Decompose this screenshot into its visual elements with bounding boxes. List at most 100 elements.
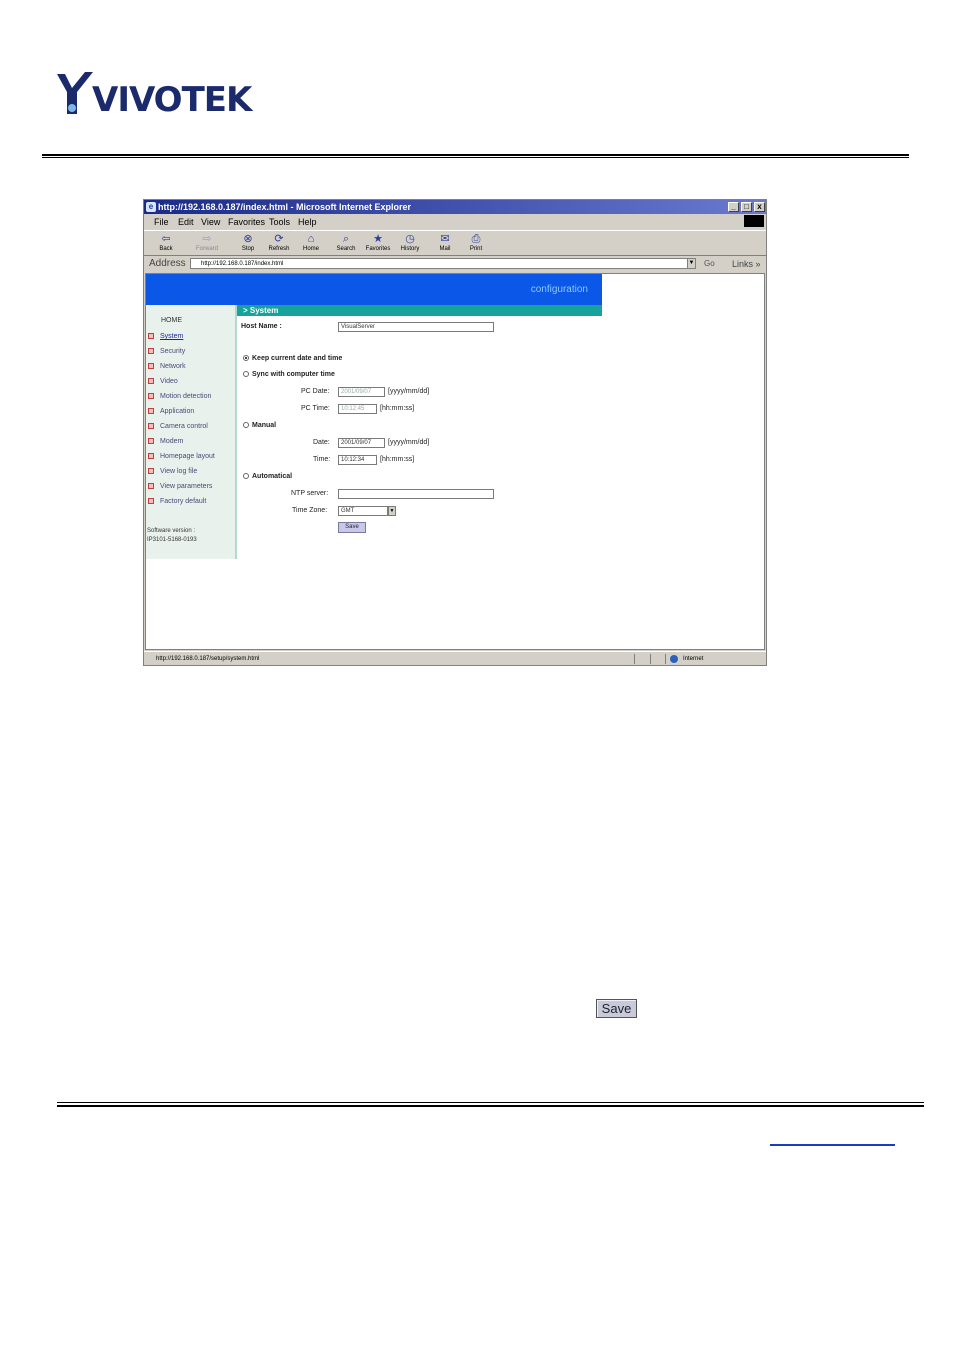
bullet-icon [148, 378, 154, 384]
search-icon: ⌕ [342, 233, 350, 245]
toolbar: ⇦ Back ⇨ Forward ⊗ Stop ⟳ Refresh ⌂ Home ⌕ Sea… [144, 230, 766, 256]
ie-icon: e [146, 202, 156, 212]
header-rule [42, 154, 909, 158]
bullet-icon [148, 393, 154, 399]
sidebar-item-view-log-file[interactable]: View log file [148, 468, 197, 475]
logo-wordmark: VIVOTEK [92, 80, 252, 120]
ntp-server-input[interactable] [338, 489, 494, 499]
favorites-icon: ★ [373, 233, 383, 245]
status-divider [650, 654, 651, 664]
bullet-icon [148, 333, 154, 339]
banner-title: configuration [530, 284, 588, 295]
bullet-icon [148, 363, 154, 369]
address-input[interactable]: http://192.168.0.187/index.html [190, 258, 695, 269]
menu-edit[interactable]: Edit [178, 215, 194, 229]
status-text: http://192.168.0.187/setup/system.html [156, 656, 260, 662]
status-bar: http://192.168.0.187/setup/system.html I… [144, 651, 766, 665]
bullet-icon [148, 483, 154, 489]
toolbar-history[interactable]: ◷ History [395, 232, 425, 256]
time-input[interactable]: 10:12:34 [338, 455, 377, 465]
footer-link-underline[interactable] [770, 1144, 895, 1146]
bullet-icon [148, 348, 154, 354]
sidebar-home-link[interactable]: HOME [161, 317, 182, 324]
pc-date-label: PC Date: [301, 388, 330, 395]
pc-time-input[interactable]: 10:12:45 [338, 404, 377, 414]
status-divider [634, 654, 635, 664]
date-format: [yyyy/mm/dd] [388, 439, 430, 446]
menu-favorites[interactable]: Favorites [228, 215, 265, 229]
toolbar-mail[interactable]: ✉ Mail [430, 232, 460, 256]
forward-arrow-icon: ⇨ [202, 233, 212, 245]
address-dropdown-icon[interactable]: ▼ [687, 258, 696, 269]
minimize-button[interactable]: _ [728, 202, 739, 212]
menu-help[interactable]: Help [298, 215, 317, 229]
radio-auto-icon [243, 473, 249, 479]
option-sync-computer[interactable]: Sync with computer time [243, 371, 335, 378]
ntp-server-label: NTP server: [291, 490, 329, 497]
maximize-button[interactable]: □ [741, 202, 752, 212]
sidebar-item-homepage-layout[interactable]: Homepage layout [148, 453, 215, 460]
date-input[interactable]: 2001/09/07 [338, 438, 385, 448]
close-button[interactable]: x [754, 202, 765, 212]
host-name-input[interactable]: VisualServer [338, 322, 494, 332]
go-button[interactable]: Go [704, 256, 715, 272]
sidebar-item-view-parameters[interactable]: View parameters [148, 483, 212, 490]
toolbar-print[interactable]: ⎙ Print [461, 232, 491, 256]
toolbar-forward[interactable]: ⇨ Forward [192, 232, 222, 256]
toolbar-stop[interactable]: ⊗ Stop [233, 232, 263, 256]
radio-keep-icon [243, 355, 249, 361]
sidebar-item-security[interactable]: Security [148, 348, 185, 355]
toolbar-home[interactable]: ⌂ Home [296, 232, 326, 256]
page-viewport: configuration > System HOME System Secur… [145, 273, 765, 650]
menu-tools[interactable]: Tools [269, 215, 290, 229]
time-format: [hh:mm:ss] [380, 456, 415, 463]
ie-throbber-icon [744, 215, 764, 227]
status-divider [665, 654, 666, 664]
internet-zone-icon [670, 655, 678, 663]
sidebar-item-system[interactable]: System [148, 333, 183, 340]
sidebar-item-application[interactable]: Application [148, 408, 194, 415]
menu-file[interactable]: File [154, 215, 169, 229]
save-button[interactable]: Save [596, 999, 637, 1018]
sidebar-item-video[interactable]: Video [148, 378, 178, 385]
save-button-small[interactable]: Save [338, 522, 366, 533]
software-version-label: Software version : [147, 528, 196, 534]
menu-view[interactable]: View [201, 215, 220, 229]
mail-icon: ✉ [440, 233, 450, 245]
radio-manual-icon [243, 422, 249, 428]
bullet-icon [148, 468, 154, 474]
toolbar-back[interactable]: ⇦ Back [151, 232, 181, 256]
sidebar-item-factory-default[interactable]: Factory default [148, 498, 206, 505]
config-banner: configuration [146, 274, 602, 305]
option-keep-current[interactable]: Keep current date and time [243, 355, 342, 362]
sidebar-item-camera-control[interactable]: Camera control [148, 423, 208, 430]
menu-bar: File Edit View Favorites Tools Help [144, 215, 766, 229]
status-zone: Internet [683, 656, 704, 662]
toolbar-search[interactable]: ⌕ Search [331, 232, 361, 256]
section-title: > System [237, 305, 602, 316]
toolbar-refresh[interactable]: ⟳ Refresh [264, 232, 294, 256]
date-label: Date: [313, 439, 330, 446]
host-name-label: Host Name : [241, 323, 282, 330]
window-title: http://192.168.0.187/index.html - Micros… [158, 202, 412, 212]
footer-rule [57, 1102, 924, 1107]
bullet-icon [148, 438, 154, 444]
address-label: Address [149, 258, 186, 269]
sidebar-item-motion-detection[interactable]: Motion detection [148, 393, 211, 400]
config-sidebar: HOME System Security Network Video Motio… [146, 305, 237, 559]
history-icon: ◷ [405, 233, 415, 245]
toolbar-favorites[interactable]: ★ Favorites [363, 232, 393, 256]
option-manual[interactable]: Manual [243, 422, 276, 429]
software-version-value: IP3101-5168-0193 [147, 537, 197, 543]
sidebar-item-network[interactable]: Network [148, 363, 186, 370]
window-titlebar: e http://192.168.0.187/index.html - Micr… [144, 200, 766, 214]
stop-icon: ⊗ [243, 233, 253, 245]
sidebar-item-modem[interactable]: Modem [148, 438, 183, 445]
option-automatical[interactable]: Automatical [243, 473, 292, 480]
chevron-down-icon[interactable]: ▼ [388, 506, 396, 516]
bullet-icon [148, 453, 154, 459]
links-button[interactable]: Links » [732, 256, 761, 272]
time-zone-select[interactable]: GMT [338, 506, 388, 516]
pc-time-format: [hh:mm:ss] [380, 405, 415, 412]
pc-date-input[interactable]: 2001/09/07 [338, 387, 385, 397]
